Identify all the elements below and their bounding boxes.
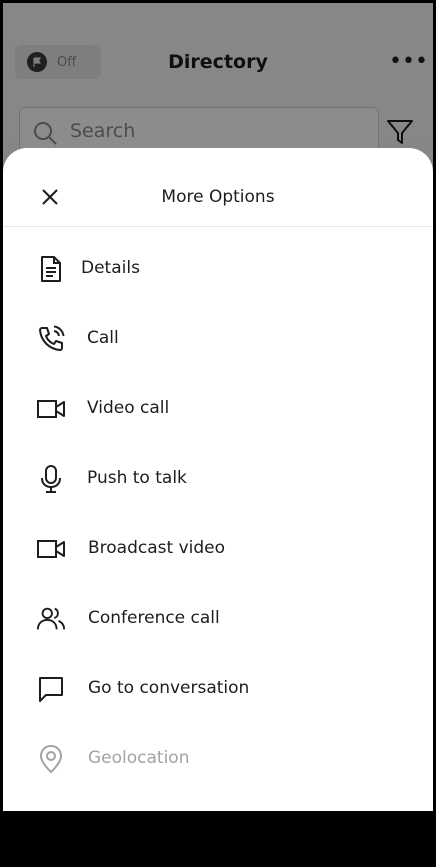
sheet-title: More Options [161,187,275,207]
menu-item-label: Push to talk [87,468,187,488]
menu-item-label: Go to conversation [88,678,250,698]
menu-item-label: Broadcast video [88,538,226,558]
microphone-icon [36,464,66,494]
menu-item-label: Conference call [88,608,220,628]
more-options-sheet: More Options Details Call Video call Pus… [3,148,433,811]
menu-item-label: Video call [87,398,170,418]
video-camera-icon [36,394,66,424]
menu-item-go-to-conversation[interactable]: Go to conversation [3,659,433,719]
users-icon [36,604,66,634]
chat-bubble-icon [36,674,66,704]
menu-item-conference-call[interactable]: Conference call [3,589,433,649]
location-pin-icon [36,744,66,774]
menu-item-label: Call [87,328,119,348]
phone-icon [36,324,66,354]
menu-item-call[interactable]: Call [3,309,433,369]
menu-item-video-call[interactable]: Video call [3,379,433,439]
menu-item-label: Geolocation [88,748,190,768]
sheet-header: More Options [3,148,433,227]
menu-item-details[interactable]: Details [3,239,433,299]
menu-item-broadcast-video[interactable]: Broadcast video [3,519,433,579]
bottom-bar [0,811,436,867]
menu-item-push-to-talk[interactable]: Push to talk [3,449,433,509]
menu-item-geolocation: Geolocation [3,729,433,789]
video-camera-icon [36,534,66,564]
document-icon [36,254,66,284]
menu-item-label: Details [81,258,140,278]
screen: Off Directory ••• Search More Options De… [3,3,433,811]
